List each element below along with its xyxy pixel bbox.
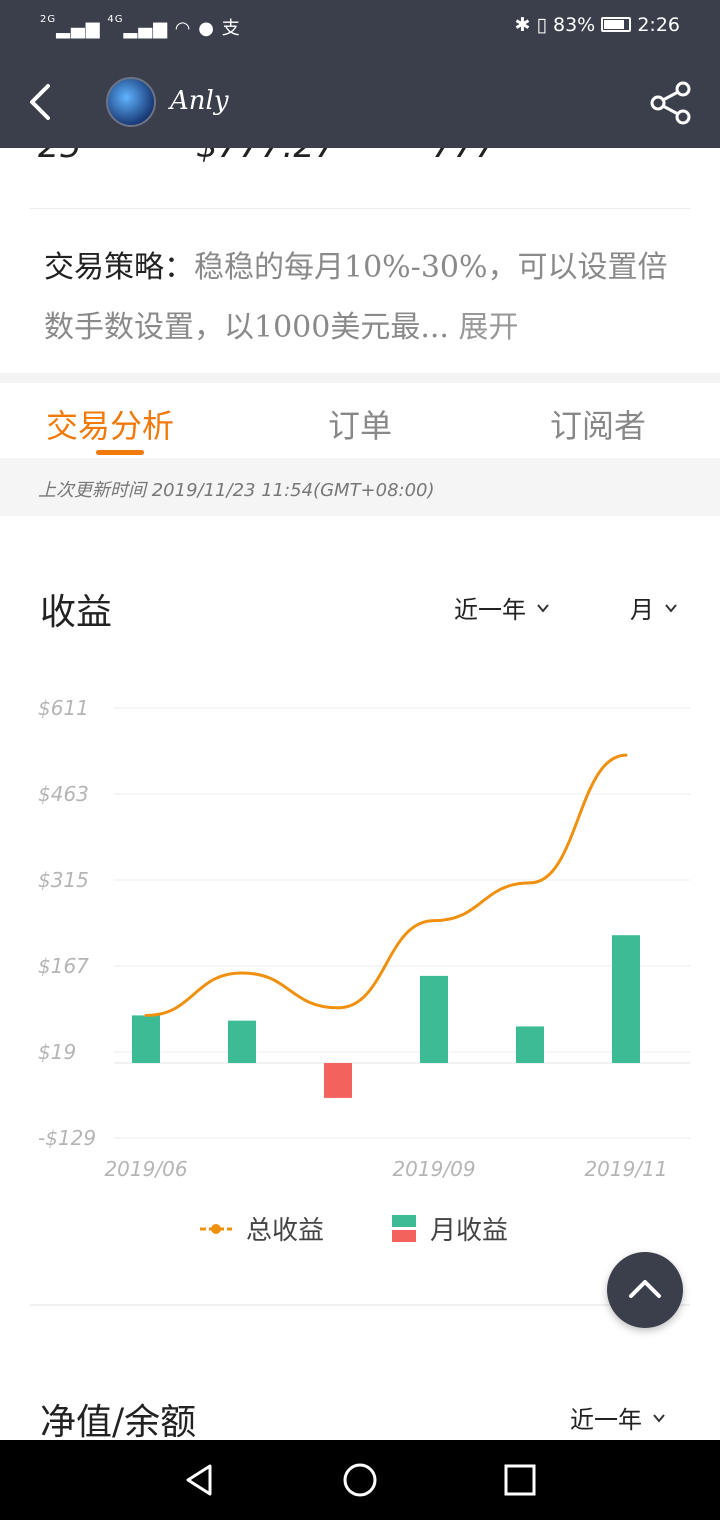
pay-icon: 支	[221, 18, 241, 39]
network-4g-label: 4G	[107, 14, 124, 25]
clock-time: 2:26	[637, 14, 680, 36]
expand-link[interactable]: 展开	[459, 310, 519, 345]
legend-monthly-label: 月收益	[430, 1216, 509, 1246]
monthly-bar[interactable]	[132, 1015, 160, 1064]
update-bar: 上次更新时间 2019/11/23 11:54(GMT+08:00)	[0, 458, 720, 516]
net-value-title: 净值/余额	[40, 1402, 197, 1443]
tab-trade-analysis[interactable]: 交易分析	[46, 401, 174, 447]
chevron-left-icon	[30, 84, 50, 120]
bluetooth-icon: ✱	[514, 14, 531, 36]
status-right: ✱ ▯ 83% 2:26	[515, 14, 680, 36]
range-dropdown[interactable]: 近一年	[454, 590, 550, 625]
net-range-dropdown-label: 近一年	[570, 1406, 642, 1434]
scroll-to-top-button[interactable]	[607, 1252, 683, 1328]
trader-name: Anly	[170, 86, 229, 116]
legend-total[interactable]: 总收益	[200, 1210, 324, 1247]
period-dropdown[interactable]: 月	[630, 590, 678, 625]
section-gap	[0, 373, 720, 383]
earnings-chart: $611 $463 $315 $167 $19 -$129 2019/06 2019/09 20…	[38, 696, 690, 1181]
x-tick-label: 2019/06	[104, 1157, 187, 1181]
chevron-down-icon	[537, 603, 549, 613]
triangle-back-icon	[186, 1464, 212, 1496]
last-update-text: 上次更新时间 2019/11/23 11:54(GMT+08:00)	[38, 480, 435, 501]
monthly-bar[interactable]	[420, 975, 448, 1064]
y-tick-label: $315	[38, 868, 89, 892]
battery-percent: 83%	[553, 14, 596, 36]
signal-icon: ▂▄▆	[56, 18, 101, 39]
bar-swatch-icon	[392, 1214, 416, 1242]
square-recents-icon	[504, 1464, 536, 1496]
stat-value-2: $777.27	[196, 148, 337, 166]
nav-recents-button[interactable]	[500, 1460, 540, 1500]
tab-bar: 交易分析 订单 订阅者	[0, 383, 720, 456]
y-tick-label: $167	[38, 954, 89, 978]
y-tick-label: -$129	[38, 1126, 96, 1150]
chevron-up-icon	[629, 1280, 661, 1298]
x-tick-label: 2019/11	[584, 1157, 667, 1181]
vibrate-icon: ▯	[536, 14, 547, 36]
back-button[interactable]	[22, 78, 62, 126]
x-tick-label: 2019/09	[392, 1157, 475, 1181]
nav-home-button[interactable]	[340, 1460, 380, 1500]
status-left: 2G▂▄▆ 4G▂▄▆ ◠ ● 支	[40, 14, 241, 40]
message-icon: ●	[198, 18, 215, 39]
status-bar: 2G▂▄▆ 4G▂▄▆ ◠ ● 支 ✱ ▯ 83% 2:26	[0, 0, 720, 56]
avatar[interactable]	[106, 77, 156, 127]
stat-value-1: 25	[38, 148, 81, 166]
tab-indicator	[96, 450, 144, 455]
battery-icon	[601, 17, 632, 32]
range-dropdown-label: 近一年	[454, 596, 526, 624]
divider	[30, 208, 690, 209]
home-circle-icon	[343, 1463, 377, 1497]
strategy-block: 交易策略：稳稳的每月10%-30%，可以设置倍数手数设置，以1000美元最...…	[44, 238, 684, 358]
tab-subscribers[interactable]: 订阅者	[550, 401, 646, 447]
monthly-bar[interactable]	[324, 1063, 352, 1098]
share-button[interactable]	[648, 80, 694, 126]
legend-monthly[interactable]: 月收益	[392, 1210, 508, 1247]
network-2g-label: 2G	[40, 14, 57, 25]
stat-value-3: 777	[432, 148, 497, 166]
system-nav-bar	[0, 1440, 720, 1520]
monthly-bar[interactable]	[228, 1020, 256, 1064]
chevron-down-icon	[665, 603, 677, 613]
wifi-icon: ◠	[174, 18, 192, 39]
y-tick-label: $19	[38, 1040, 76, 1064]
nav-back-button[interactable]	[180, 1460, 220, 1500]
y-tick-label: $463	[38, 782, 89, 806]
stats-row: 25 $777.27 777	[0, 148, 720, 208]
signal-icon: ▂▄▆	[123, 18, 169, 39]
monthly-bar[interactable]	[612, 935, 640, 1064]
app-header: Anly	[0, 56, 720, 148]
share-icon	[650, 81, 691, 125]
line-dot-icon	[200, 1223, 232, 1234]
period-dropdown-label: 月	[630, 596, 654, 624]
legend-total-label: 总收益	[246, 1216, 325, 1246]
strategy-label: 交易策略：	[44, 250, 194, 285]
monthly-bar[interactable]	[516, 1026, 544, 1064]
net-range-dropdown[interactable]: 近一年	[570, 1400, 666, 1435]
y-tick-label: $611	[38, 696, 89, 720]
chevron-down-icon	[653, 1413, 665, 1423]
earnings-title: 收益	[40, 592, 113, 633]
divider	[30, 1304, 690, 1306]
tab-orders[interactable]: 订单	[328, 401, 392, 447]
chart-legend: 总收益 月收益	[0, 1210, 720, 1250]
